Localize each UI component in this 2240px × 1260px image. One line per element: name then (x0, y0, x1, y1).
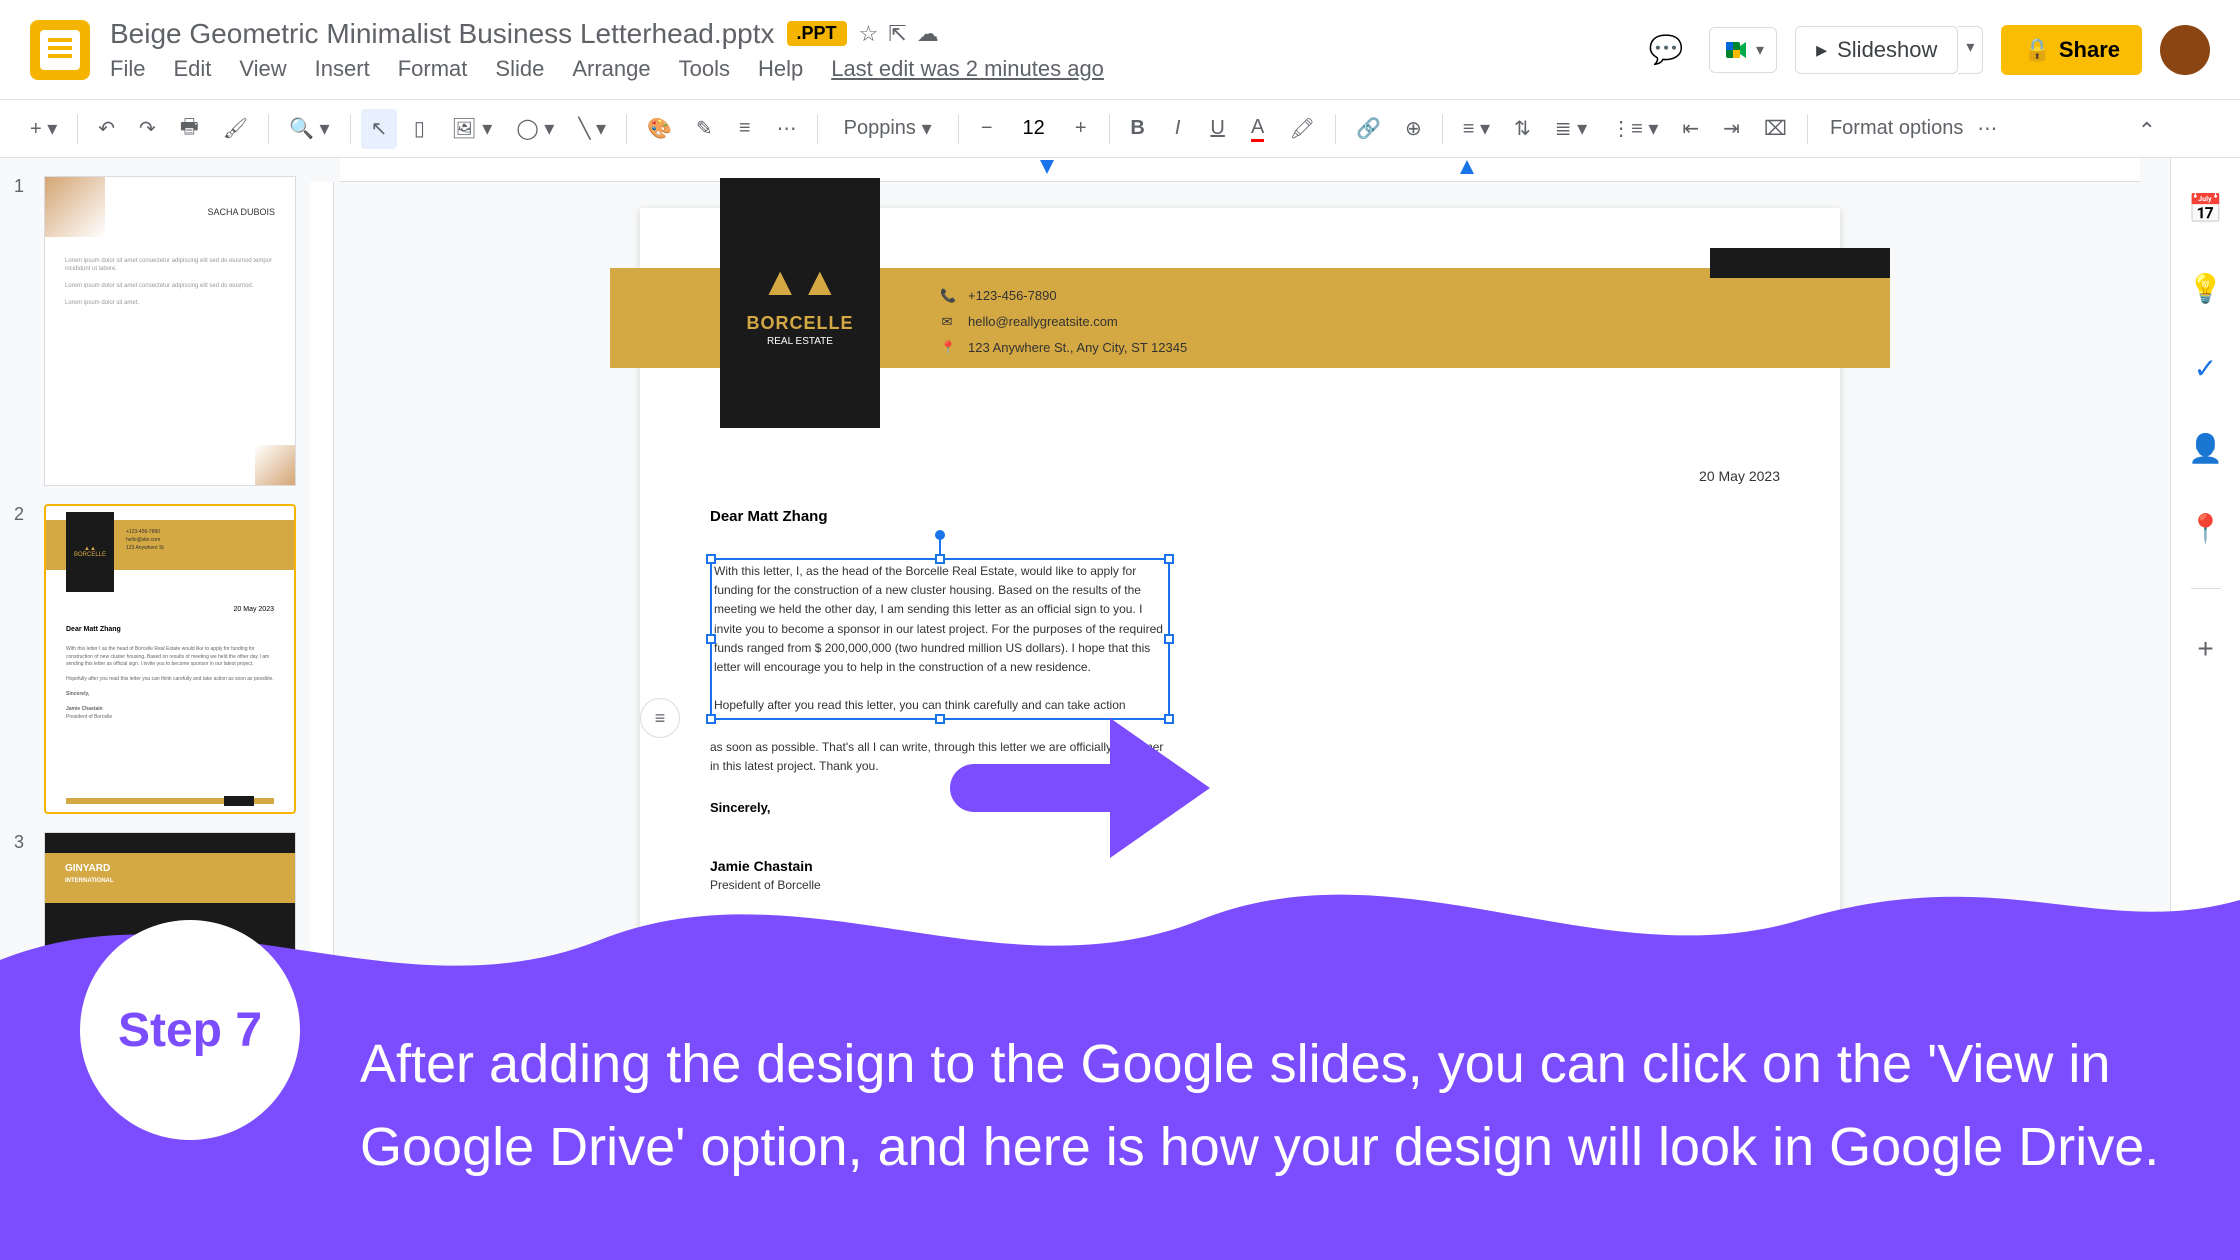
comments-icon[interactable]: 💬 (1641, 25, 1691, 75)
document-title[interactable]: Beige Geometric Minimalist Business Lett… (110, 18, 775, 50)
indent-decrease-button[interactable]: ⇤ (1672, 109, 1709, 149)
maps-icon[interactable]: 📍 (2186, 508, 2226, 548)
title-area: Beige Geometric Minimalist Business Lett… (110, 18, 1641, 82)
move-icon[interactable]: ⇱ (888, 21, 906, 47)
share-button[interactable]: 🔒 Share (2001, 25, 2142, 75)
link-button[interactable]: 🔗 (1346, 109, 1391, 149)
text-color-button[interactable]: A (1240, 109, 1276, 149)
align-button[interactable]: ≡ ▾ (1453, 109, 1500, 149)
header-right: 💬 ▾ ▸ Slideshow ▾ 🔒 Share (1641, 25, 2210, 75)
font-family-select[interactable]: Poppins ▾ (828, 110, 948, 147)
menu-tools[interactable]: Tools (679, 56, 730, 82)
menu-insert[interactable]: Insert (315, 56, 370, 82)
selected-textbox[interactable]: With this letter, I, as the head of the … (710, 558, 1170, 720)
resize-handle[interactable] (706, 554, 716, 564)
indent-increase-button[interactable]: ⇥ (1713, 109, 1750, 149)
cloud-icon[interactable]: ☁ (917, 21, 939, 47)
paint-format-button[interactable]: 🖌 (213, 109, 258, 149)
select-tool[interactable]: ↖ (361, 109, 398, 149)
account-avatar[interactable] (2160, 25, 2210, 75)
clear-format-button[interactable]: ⌧ (1754, 109, 1797, 149)
menu-edit[interactable]: Edit (173, 56, 211, 82)
undo-button[interactable]: ↶ (88, 109, 125, 149)
keep-icon[interactable]: 💡 (2186, 268, 2226, 308)
last-edit[interactable]: Last edit was 2 minutes ago (831, 56, 1104, 82)
menu-bar: File Edit View Insert Format Slide Arran… (110, 56, 1641, 82)
meet-button[interactable]: ▾ (1709, 27, 1777, 73)
slideshow-button[interactable]: ▸ Slideshow (1795, 26, 1958, 74)
tasks-icon[interactable]: ✓ (2186, 348, 2226, 388)
add-addon-icon[interactable]: + (2186, 629, 2226, 669)
menu-file[interactable]: File (110, 56, 145, 82)
calendar-icon[interactable]: 📅 (2186, 188, 2226, 228)
step-label: Step 7 (118, 1003, 262, 1058)
horizontal-ruler[interactable] (340, 158, 2140, 182)
menu-view[interactable]: View (239, 56, 286, 82)
step-badge: Step 7 (80, 920, 300, 1140)
font-size-input[interactable] (1009, 117, 1059, 140)
resize-handle[interactable] (706, 714, 716, 724)
slides-logo[interactable] (30, 20, 90, 80)
comment-button[interactable]: ⊕ (1395, 109, 1432, 149)
star-icon[interactable]: ☆ (859, 21, 879, 47)
tutorial-arrow (950, 718, 1230, 858)
numbered-list-button[interactable]: ≣ ▾ (1545, 109, 1597, 149)
border-dash-button[interactable]: ⋯ (767, 109, 807, 149)
bold-button[interactable]: B (1120, 109, 1156, 149)
underline-button[interactable]: U (1200, 109, 1236, 149)
menu-help[interactable]: Help (758, 56, 803, 82)
highlight-button[interactable]: 🖍 (1280, 109, 1325, 149)
resize-handle[interactable] (1164, 554, 1174, 564)
border-weight-button[interactable]: ≡ (727, 109, 763, 149)
resize-handle[interactable] (1164, 634, 1174, 644)
menu-arrange[interactable]: Arrange (572, 56, 650, 82)
present-icon: ▸ (1816, 37, 1827, 63)
resize-handle[interactable] (935, 554, 945, 564)
more-button[interactable]: ⋯ (1967, 109, 2007, 149)
collapse-toolbar-icon[interactable]: ⌃ (2138, 118, 2156, 144)
fill-color-button[interactable]: 🎨 (637, 109, 682, 149)
font-name: Poppins (844, 117, 916, 140)
slide-thumb-2[interactable]: 2 ▲▲BORCELLE +123-456-7890hello@site.com… (14, 504, 296, 814)
menu-slide[interactable]: Slide (495, 56, 544, 82)
image-tool[interactable]: 🖼 ▾ (441, 109, 502, 149)
slideshow-label: Slideshow (1837, 37, 1937, 63)
slide-thumb-1[interactable]: 1 SACHA DUBOIS Lorem ipsum dolor sit ame… (14, 176, 296, 486)
italic-button[interactable]: I (1160, 109, 1196, 149)
resize-handle[interactable] (935, 714, 945, 724)
font-size-increase[interactable]: + (1063, 109, 1099, 149)
share-label: Share (2059, 37, 2120, 63)
tutorial-overlay: Step 7 After adding the design to the Go… (0, 840, 2240, 1260)
print-button[interactable]: 🖶 (170, 109, 209, 149)
speaker-notes-toggle[interactable]: ≡ (640, 698, 680, 738)
menu-format[interactable]: Format (398, 56, 468, 82)
shape-tool[interactable]: ◯ ▾ (506, 109, 564, 149)
bulleted-list-button[interactable]: ⋮≡ ▾ (1601, 109, 1668, 149)
slideshow-dropdown[interactable]: ▾ (1958, 26, 1983, 74)
line-spacing-button[interactable]: ⇅ (1504, 109, 1541, 149)
lock-icon: 🔒 (2023, 37, 2050, 63)
tutorial-text: After adding the design to the Google sl… (360, 1023, 2180, 1190)
header: Beige Geometric Minimalist Business Lett… (0, 0, 2240, 100)
zoom-button[interactable]: 🔍 ▾ (279, 109, 340, 149)
textbox-tool[interactable]: ▯ (401, 109, 437, 149)
line-tool[interactable]: ╲ ▾ (568, 109, 616, 149)
ppt-badge: .PPT (787, 21, 847, 46)
new-slide-button[interactable]: + ▾ (20, 109, 67, 149)
resize-handle[interactable] (706, 634, 716, 644)
contacts-icon[interactable]: 👤 (2186, 428, 2226, 468)
redo-button[interactable]: ↷ (129, 109, 166, 149)
toolbar: + ▾ ↶ ↷ 🖶 🖌 🔍 ▾ ↖ ▯ 🖼 ▾ ◯ ▾ ╲ ▾ 🎨 ✎ ≡ ⋯ … (0, 100, 2240, 158)
format-options-button[interactable]: Format options (1830, 117, 1963, 140)
font-size-decrease[interactable]: − (969, 109, 1005, 149)
border-color-button[interactable]: ✎ (686, 109, 723, 149)
